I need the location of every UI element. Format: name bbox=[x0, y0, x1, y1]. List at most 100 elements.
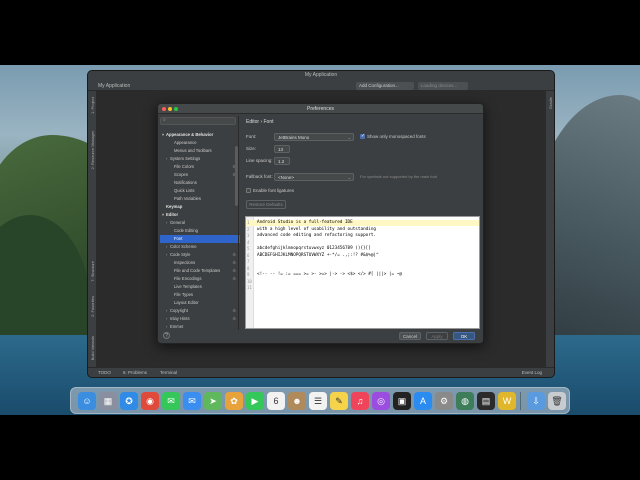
settings-tree-item-label: Editor bbox=[166, 212, 179, 217]
settings-tree-item-label: Notifications bbox=[174, 180, 197, 185]
downloads-icon[interactable]: ⇩ bbox=[527, 392, 545, 410]
tool-tab-terminal[interactable]: Terminal bbox=[160, 370, 177, 375]
tool-tab-problems[interactable]: 6: Problems bbox=[123, 370, 147, 375]
settings-tree-item[interactable]: Inspections ⚙ bbox=[160, 259, 240, 267]
settings-tree-item[interactable]: › System Settings bbox=[160, 155, 240, 163]
contacts-icon[interactable]: ☻ bbox=[288, 392, 306, 410]
preview-line: 8 bbox=[246, 266, 479, 272]
fallback-font-select[interactable]: <None> ⌄ bbox=[274, 173, 354, 181]
settings-tree-item[interactable]: Live Templates bbox=[160, 283, 240, 291]
macos-dock: ☺ ▦ ✪ ◉ ✉ ✉ ➤ ✿ ▶ 6 ☻ ☰ ✎ ♫ ◎ ▣ A ⚙ ◍ ▤ W ⇩ 🗑 bbox=[70, 387, 570, 414]
safari-icon[interactable]: ✪ bbox=[120, 392, 138, 410]
settings-tree-item[interactable]: File Colors⚙ bbox=[160, 163, 240, 171]
preview-line-text: advanced code editing and refactoring su… bbox=[257, 233, 376, 238]
line-number: 9 bbox=[247, 272, 250, 277]
chevron-right-icon[interactable]: › bbox=[166, 155, 167, 163]
settings-tree-item-label: Appearance & Behavior bbox=[166, 132, 214, 137]
chevron-right-icon[interactable]: › bbox=[166, 243, 167, 251]
facetime-icon[interactable]: ▶ bbox=[246, 392, 264, 410]
music-icon[interactable]: ♫ bbox=[351, 392, 369, 410]
ligatures-checkbox[interactable] bbox=[246, 188, 251, 193]
ide-right-tool-strip: Gradle bbox=[546, 91, 554, 369]
ok-button[interactable]: OK bbox=[453, 332, 475, 340]
dialog-title: Preferences bbox=[307, 106, 334, 112]
settings-tree-item-label: Code Editing bbox=[174, 228, 198, 233]
size-input[interactable]: 13 bbox=[274, 145, 290, 153]
tool-tab-structure[interactable]: 7: Structure bbox=[90, 261, 95, 282]
mono-only-checkbox[interactable] bbox=[360, 133, 365, 139]
launchpad-icon[interactable]: ▦ bbox=[99, 392, 117, 410]
chrome-icon[interactable]: ◉ bbox=[141, 392, 159, 410]
chevron-right-icon[interactable]: › bbox=[166, 315, 167, 323]
photos-icon[interactable]: ✿ bbox=[225, 392, 243, 410]
app-store-icon[interactable]: A bbox=[414, 392, 432, 410]
settings-tree-item[interactable]: ▾ Appearance & Behavior bbox=[160, 131, 240, 139]
line-number: 10 bbox=[247, 278, 252, 284]
device-selector[interactable]: Loading devices... bbox=[418, 82, 468, 90]
event-log-button[interactable]: Event Log bbox=[522, 370, 542, 375]
ide-title: My Application bbox=[304, 72, 338, 78]
settings-tree-item[interactable]: Appearance bbox=[160, 139, 240, 147]
tool-tab-project[interactable]: 1: Project bbox=[90, 97, 95, 114]
tool-tab-todo[interactable]: TODO bbox=[98, 370, 111, 375]
tool-tab-build-variants[interactable]: Build Variants bbox=[90, 336, 95, 360]
chevron-down-icon: ⌄ bbox=[347, 175, 351, 180]
messages-icon[interactable]: ✉ bbox=[162, 392, 180, 410]
font-preview-editor[interactable]: 1 Android Studio is a full-featured IDE 2 w… bbox=[245, 216, 480, 329]
settings-tree-item[interactable]: › Code Style ⚙ bbox=[160, 251, 240, 259]
webstorm-icon[interactable]: W bbox=[498, 392, 516, 410]
settings-tree-item[interactable]: Font bbox=[160, 235, 240, 243]
settings-tree-item-label: Scopes bbox=[174, 172, 188, 177]
chevron-right-icon[interactable]: › bbox=[166, 219, 167, 227]
settings-tree-item[interactable]: Scopes⚙ bbox=[160, 171, 240, 179]
settings-tree-item[interactable]: Keymap bbox=[160, 203, 240, 211]
preview-line-text: ABCDEFGHIJKLMNOPQRSTUVWXYZ +-*/= .,;:!? … bbox=[257, 252, 379, 258]
reminders-icon[interactable]: ☰ bbox=[309, 392, 327, 410]
help-button[interactable]: ? bbox=[163, 332, 170, 339]
android-studio-icon[interactable]: ◍ bbox=[456, 392, 474, 410]
maps-icon[interactable]: ➤ bbox=[204, 392, 222, 410]
settings-tree-item[interactable]: File Types bbox=[160, 291, 240, 299]
line-spacing-input[interactable]: 1.2 bbox=[274, 157, 290, 165]
settings-tree-item-label: Live Templates bbox=[174, 284, 202, 289]
chevron-right-icon[interactable]: › bbox=[166, 251, 167, 259]
chevron-down-icon[interactable]: ▾ bbox=[162, 131, 164, 139]
restore-defaults-button[interactable]: Restore Defaults bbox=[246, 200, 286, 209]
settings-tree-item[interactable]: ▾ Editor bbox=[160, 211, 240, 219]
font-select[interactable]: JetBrains Mono ⌄ bbox=[274, 133, 354, 141]
settings-tree-item[interactable]: Notifications bbox=[160, 179, 240, 187]
settings-tree-item[interactable]: › General bbox=[160, 219, 240, 227]
settings-tree-item[interactable]: Layout Editor bbox=[160, 299, 240, 307]
tool-tab-gradle[interactable]: Gradle bbox=[548, 97, 553, 109]
finder-icon[interactable]: ☺ bbox=[78, 392, 96, 410]
system-preferences-icon[interactable]: ⚙ bbox=[435, 392, 453, 410]
chevron-right-icon[interactable]: › bbox=[166, 307, 167, 315]
settings-tree-item[interactable]: Menus and Toolbars bbox=[160, 147, 240, 155]
ide-breadcrumb[interactable]: My Application bbox=[98, 83, 130, 89]
settings-tree-item[interactable]: Code Editing bbox=[160, 227, 240, 235]
line-number: 1 bbox=[247, 220, 250, 225]
notes-icon[interactable]: ✎ bbox=[330, 392, 348, 410]
tv-icon[interactable]: ▣ bbox=[393, 392, 411, 410]
podcasts-icon[interactable]: ◎ bbox=[372, 392, 390, 410]
add-configuration-button[interactable]: Add Configuration... bbox=[356, 82, 414, 90]
cancel-button[interactable]: Cancel bbox=[399, 332, 421, 340]
settings-tree-item[interactable]: File Encodings ⚙ bbox=[160, 275, 240, 283]
tool-tab-favorites[interactable]: 2: Favorites bbox=[90, 296, 95, 317]
tool-tab-resource-manager[interactable]: 2: Resource Manager bbox=[90, 131, 95, 169]
settings-tree-item[interactable]: › Copyright ⚙ bbox=[160, 307, 240, 315]
project-level-settings-icon: ⚙ bbox=[232, 260, 236, 265]
settings-tree-item[interactable]: › Inlay Hints ⚙ bbox=[160, 315, 240, 323]
font-select-value: JetBrains Mono bbox=[278, 135, 310, 140]
settings-tree-item[interactable]: › Color Scheme bbox=[160, 243, 240, 251]
apply-button[interactable]: Apply bbox=[426, 332, 448, 340]
chevron-down-icon[interactable]: ▾ bbox=[162, 211, 164, 219]
trash-icon[interactable]: 🗑 bbox=[548, 392, 566, 410]
activity-monitor-icon[interactable]: ▤ bbox=[477, 392, 495, 410]
settings-tree-item[interactable]: File and Code Templates ⚙ bbox=[160, 267, 240, 275]
mail-icon[interactable]: ✉ bbox=[183, 392, 201, 410]
settings-tree-item[interactable]: Quick Lists bbox=[160, 187, 240, 195]
settings-tree-item-label: Color Scheme bbox=[170, 244, 197, 249]
calendar-icon[interactable]: 6 bbox=[267, 392, 285, 410]
settings-tree-item[interactable]: Path Variables bbox=[160, 195, 240, 203]
